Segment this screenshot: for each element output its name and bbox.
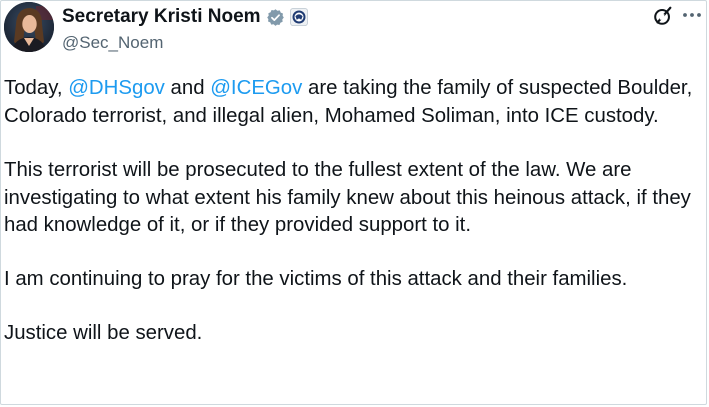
post-text: Today, @DHSgov and @ICEGov are taking th…: [4, 75, 704, 348]
author-block: Secretary Kristi Noem @Sec_Noem: [62, 6, 308, 53]
mention-dhsgov-link[interactable]: @DHSgov: [68, 77, 165, 99]
display-name-row: Secretary Kristi Noem: [62, 6, 308, 28]
post-paragraph-1-prefix: Today,: [4, 77, 69, 99]
post-paragraph-3: I am continuing to pray for the victims …: [4, 267, 628, 290]
display-name[interactable]: Secretary Kristi Noem: [62, 6, 261, 28]
mention-icegov-link[interactable]: @ICEGov: [210, 77, 302, 99]
dhs-seal-icon: [289, 8, 308, 26]
post-paragraph-4: Justice will be served.: [4, 322, 203, 344]
grok-icon[interactable]: [652, 5, 674, 27]
government-verified-badge-icon[interactable]: [266, 8, 285, 27]
avatar-photo: [4, 2, 54, 52]
avatar[interactable]: [4, 2, 54, 52]
post-paragraph-1: Today, @DHSgov and @ICEGov are taking th…: [4, 75, 704, 130]
author-handle[interactable]: @Sec_Noem: [62, 33, 308, 53]
post-header: Secretary Kristi Noem @Sec_Noem: [0, 0, 709, 60]
more-options-icon[interactable]: [680, 5, 704, 25]
post-paragraph-2: This terrorist will be prosecuted to the…: [4, 159, 691, 236]
post-paragraph-1-middle: and: [164, 77, 211, 99]
